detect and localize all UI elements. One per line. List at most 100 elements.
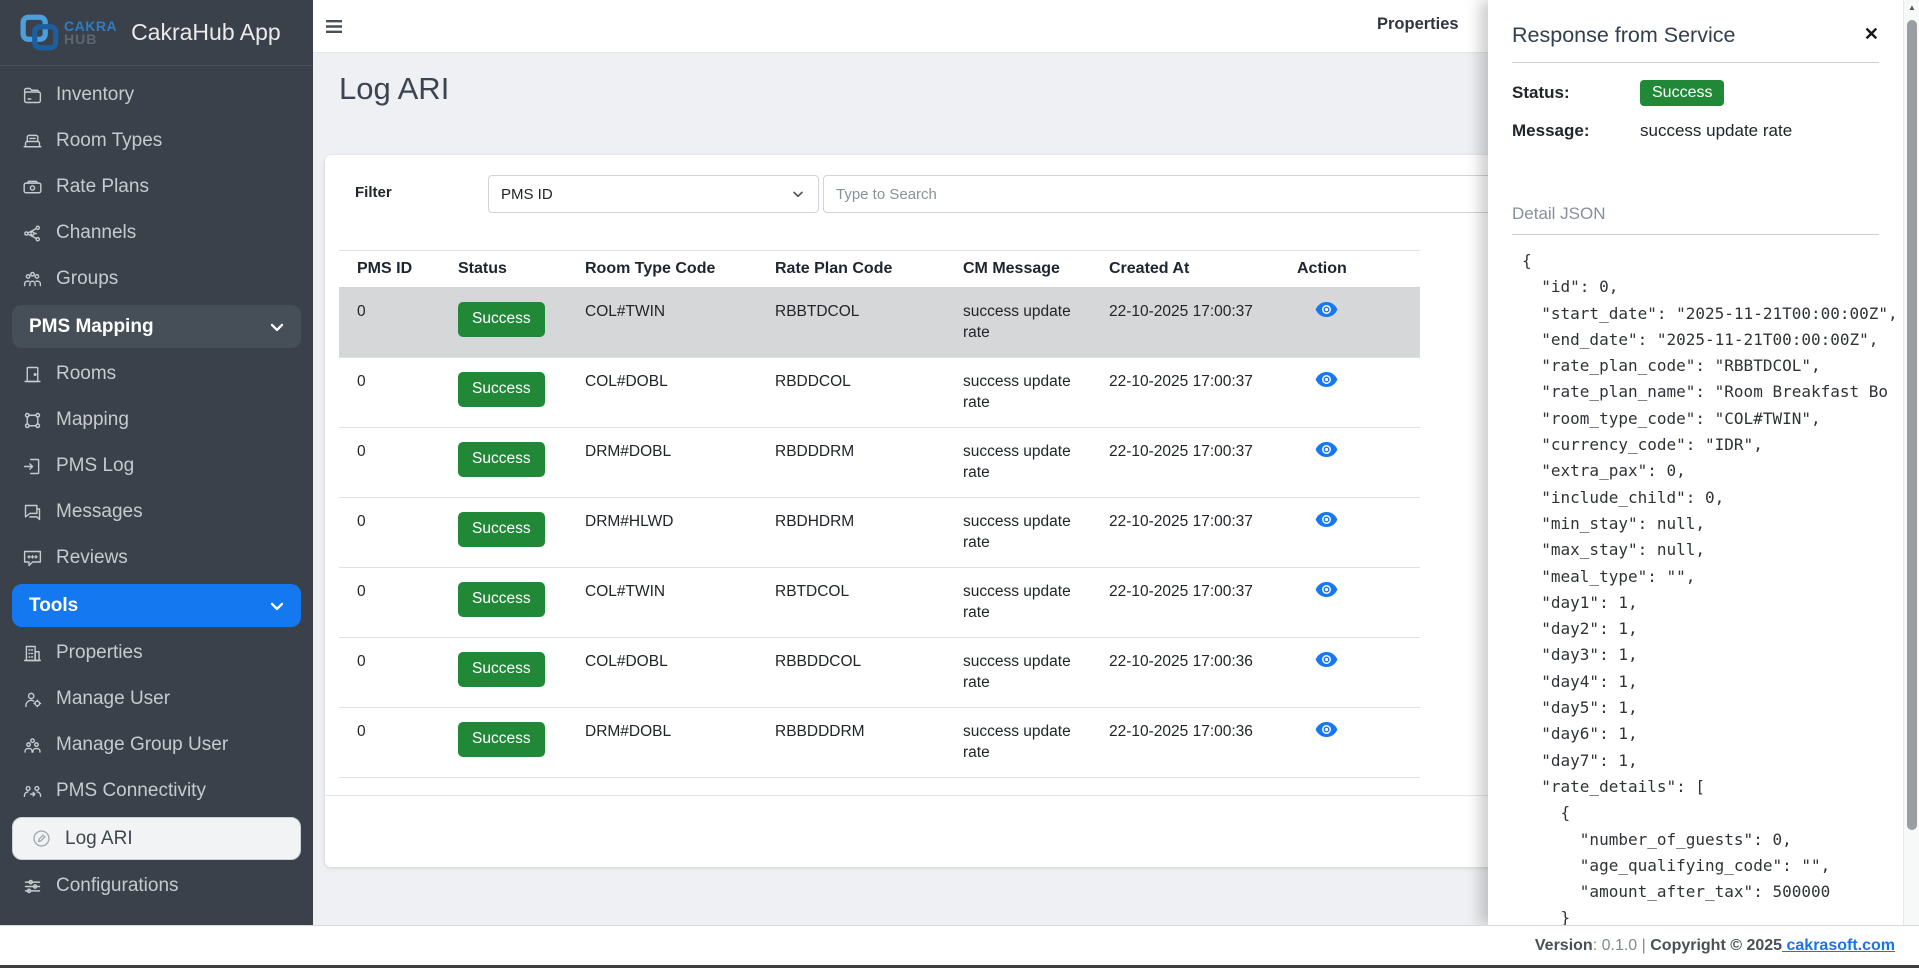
status-label: Status: bbox=[1512, 83, 1640, 103]
status-badge: Success bbox=[458, 302, 545, 337]
drawer-divider bbox=[1512, 62, 1879, 63]
sidebar-item-room-types[interactable]: Room Types bbox=[0, 118, 313, 164]
detail-json-code: { "id": 0, "start_date": "2025-11-21T00:… bbox=[1522, 248, 1903, 925]
sidebar-item-label: Manage User bbox=[56, 688, 170, 710]
sidebar-item-rooms[interactable]: Rooms bbox=[0, 351, 313, 397]
sidebar-item-label: Room Types bbox=[56, 130, 162, 152]
footer-link-cakrasoft[interactable]: cakrasoft.com bbox=[1782, 937, 1895, 954]
sidebar-item-label: PMS Connectivity bbox=[56, 780, 206, 802]
log-ari-icon bbox=[30, 828, 52, 850]
view-eye-icon[interactable] bbox=[1315, 512, 1338, 527]
cell-created-at: 22-10-2025 17:00:37 bbox=[1091, 568, 1279, 638]
sidebar-item-label: PMS Log bbox=[56, 455, 134, 477]
sidebar-item-label: Inventory bbox=[56, 84, 134, 106]
cell-rate-plan-code: RBDDCOL bbox=[757, 358, 945, 428]
sidebar-item-channels[interactable]: Channels bbox=[0, 210, 313, 256]
cell-pms-id: 0 bbox=[339, 638, 440, 708]
sidebar-item-label: Messages bbox=[56, 501, 143, 523]
table-row[interactable]: 0SuccessCOL#DOBLRBBDDCOLsuccess update r… bbox=[339, 638, 1420, 708]
sidebar-item-log-ari[interactable]: Log ARI bbox=[12, 817, 301, 860]
sidebar-item-label: Tools bbox=[29, 595, 78, 617]
sidebar-item-pms-log[interactable]: PMS Log bbox=[0, 443, 313, 489]
pms-connectivity-icon bbox=[21, 780, 43, 802]
cell-rate-plan-code: RBDDDRM bbox=[757, 428, 945, 498]
app-title: CakraHub App bbox=[131, 19, 281, 46]
sidebar-item-rate-plans[interactable]: Rate Plans bbox=[0, 164, 313, 210]
cell-rate-plan-code: RBBDDCOL bbox=[757, 638, 945, 708]
column-header-created-at: Created At bbox=[1091, 251, 1279, 288]
cell-cm-message: success update rate bbox=[945, 498, 1091, 568]
scrollbar-up-arrow-icon[interactable]: ▲ bbox=[1904, 3, 1919, 12]
sidebar-item-label: Channels bbox=[56, 222, 136, 244]
sidebar-item-manage-group-user[interactable]: Manage Group User bbox=[0, 722, 313, 768]
cell-action bbox=[1279, 288, 1420, 358]
sidebar-item-mapping[interactable]: Mapping bbox=[0, 397, 313, 443]
sidebar-item-manage-user[interactable]: Manage User bbox=[0, 676, 313, 722]
sidebar-item-label: Log ARI bbox=[65, 828, 133, 850]
table-row[interactable]: 0SuccessDRM#HLWDRBDHDRMsuccess update ra… bbox=[339, 498, 1420, 568]
table-row[interactable]: 0SuccessCOL#TWINRBBTDCOLsuccess update r… bbox=[339, 288, 1420, 358]
view-eye-icon[interactable] bbox=[1315, 582, 1338, 597]
pms-log-icon bbox=[21, 455, 43, 477]
filter-select[interactable]: PMS ID bbox=[488, 175, 819, 213]
log-table: PMS IDStatusRoom Type CodeRate Plan Code… bbox=[339, 250, 1420, 778]
sidebar-item-label: Rate Plans bbox=[56, 176, 149, 198]
sidebar-item-tools[interactable]: Tools bbox=[12, 584, 301, 627]
status-badge: Success bbox=[458, 722, 545, 757]
sidebar-item-messages[interactable]: Messages bbox=[0, 489, 313, 535]
cell-cm-message: success update rate bbox=[945, 358, 1091, 428]
sidebar-item-groups[interactable]: Groups bbox=[0, 256, 313, 302]
close-icon[interactable]: ✕ bbox=[1864, 23, 1879, 45]
footer-version-value: : 0.1.0 bbox=[1593, 937, 1642, 954]
rooms-icon bbox=[21, 363, 43, 385]
view-eye-icon[interactable] bbox=[1315, 652, 1338, 667]
sidebar-item-inventory[interactable]: Inventory bbox=[0, 72, 313, 118]
cell-pms-id: 0 bbox=[339, 428, 440, 498]
reviews-icon bbox=[21, 547, 43, 569]
scrollbar-thumb[interactable] bbox=[1907, 20, 1917, 830]
manage-group-user-icon bbox=[21, 734, 43, 756]
sidebar-item-label: Mapping bbox=[56, 409, 129, 431]
properties-icon bbox=[21, 642, 43, 664]
room-types-icon bbox=[21, 130, 43, 152]
cell-room-type-code: COL#DOBL bbox=[567, 358, 757, 428]
table-row[interactable]: 0SuccessCOL#TWINRBTDCOLsuccess update ra… bbox=[339, 568, 1420, 638]
column-header-action: Action bbox=[1279, 251, 1420, 288]
table-row[interactable]: 0SuccessCOL#DOBLRBDDCOLsuccess update ra… bbox=[339, 358, 1420, 428]
cell-cm-message: success update rate bbox=[945, 568, 1091, 638]
view-eye-icon[interactable] bbox=[1315, 372, 1338, 387]
cell-rate-plan-code: RBBDDDRM bbox=[757, 708, 945, 778]
cell-created-at: 22-10-2025 17:00:37 bbox=[1091, 498, 1279, 568]
view-eye-icon[interactable] bbox=[1315, 442, 1338, 457]
hamburger-menu-icon[interactable] bbox=[325, 19, 343, 39]
manage-user-icon bbox=[21, 688, 43, 710]
topnav-properties[interactable]: Properties bbox=[1377, 15, 1459, 34]
sidebar-menu: Inventory Room Types Rate Plans Channels Gro… bbox=[0, 66, 313, 909]
cell-pms-id: 0 bbox=[339, 288, 440, 358]
status-badge: Success bbox=[458, 372, 545, 407]
cell-created-at: 22-10-2025 17:00:36 bbox=[1091, 638, 1279, 708]
rate-plans-icon bbox=[21, 176, 43, 198]
table-row[interactable]: 0SuccessDRM#DOBLRBBDDDRMsuccess update r… bbox=[339, 708, 1420, 778]
sidebar-item-configurations[interactable]: Configurations bbox=[0, 863, 313, 909]
view-eye-icon[interactable] bbox=[1315, 722, 1338, 737]
page-scrollbar[interactable]: ▲ bbox=[1903, 0, 1919, 925]
sidebar-item-label: Manage Group User bbox=[56, 734, 228, 756]
sidebar-item-reviews[interactable]: Reviews bbox=[0, 535, 313, 581]
cell-room-type-code: COL#TWIN bbox=[567, 288, 757, 358]
cell-pms-id: 0 bbox=[339, 708, 440, 778]
cell-pms-id: 0 bbox=[339, 498, 440, 568]
view-eye-icon[interactable] bbox=[1315, 302, 1338, 317]
column-header-cm-message: CM Message bbox=[945, 251, 1091, 288]
cell-room-type-code: COL#TWIN bbox=[567, 568, 757, 638]
cell-status: Success bbox=[440, 708, 567, 778]
column-header-status: Status bbox=[440, 251, 567, 288]
filter-label: Filter bbox=[355, 184, 392, 201]
table-row[interactable]: 0SuccessDRM#DOBLRBDDDRMsuccess update ra… bbox=[339, 428, 1420, 498]
sidebar-item-properties[interactable]: Properties bbox=[0, 630, 313, 676]
cell-created-at: 22-10-2025 17:00:36 bbox=[1091, 708, 1279, 778]
cell-room-type-code: DRM#HLWD bbox=[567, 498, 757, 568]
cell-action bbox=[1279, 428, 1420, 498]
sidebar-item-pms-connectivity[interactable]: PMS Connectivity bbox=[0, 768, 313, 814]
sidebar-item-pms-mapping[interactable]: PMS Mapping bbox=[12, 305, 301, 348]
